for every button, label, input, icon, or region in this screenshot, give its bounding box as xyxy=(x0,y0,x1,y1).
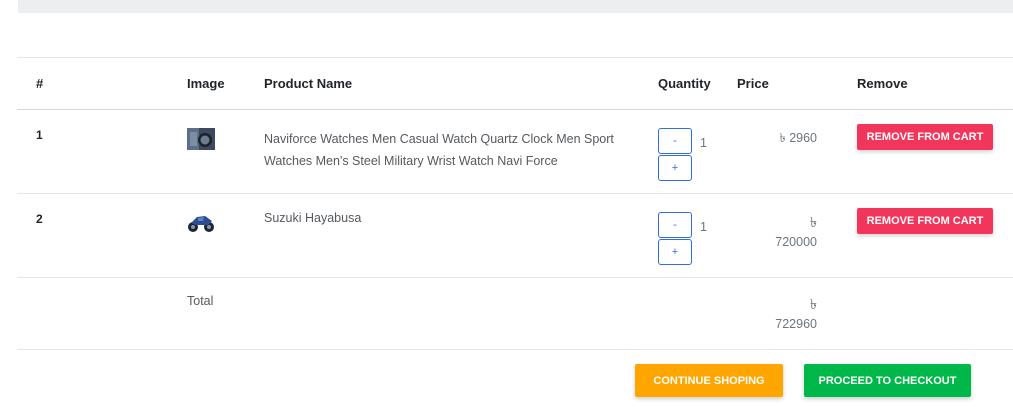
quantity-line: - 1 xyxy=(658,212,737,238)
currency-symbol: ৳ xyxy=(810,296,817,312)
header-remove: Remove xyxy=(837,57,1013,110)
table-row: 1 Naviforce Watches Men Casual Watch Qua… xyxy=(17,109,1013,194)
quantity-line: - 1 xyxy=(658,128,737,154)
motorcycle-thumbnail-icon xyxy=(187,212,215,234)
total-empty-cell xyxy=(641,277,737,350)
row-index: 1 xyxy=(17,109,170,194)
top-bar xyxy=(18,0,1013,13)
table-row: 2 Suzuki Hayabusa - 1 + ৳ 720000 REMOVE … xyxy=(17,193,1013,278)
remove-cell: Remove from cart xyxy=(837,193,1013,278)
row-index: 2 xyxy=(17,193,170,278)
currency-symbol: ৳ xyxy=(779,131,786,145)
total-amount: 722960 xyxy=(775,317,817,331)
total-empty-cell xyxy=(17,277,170,350)
remove-from-cart-button[interactable]: Remove from cart xyxy=(857,208,993,234)
product-image-cell xyxy=(170,109,247,194)
quantity-value: 1 xyxy=(700,135,707,150)
currency-symbol: ৳ xyxy=(810,214,817,230)
proceed-to-checkout-button[interactable]: Proceed to checkout xyxy=(804,364,971,397)
price-value: 720000 xyxy=(775,235,817,249)
remove-from-cart-button[interactable]: Remove from cart xyxy=(857,124,993,150)
price-cell: ৳ 720000 xyxy=(737,193,837,278)
product-name: Suzuki Hayabusa xyxy=(264,211,362,225)
total-row: Total ৳ 722960 xyxy=(17,277,1013,350)
header-index: # xyxy=(17,57,170,110)
total-empty-cell xyxy=(247,277,641,350)
product-name-cell: Suzuki Hayabusa xyxy=(247,193,641,278)
cart-table-header: # Image Product Name Quantity Price Remo… xyxy=(17,57,1013,110)
cart-table: # Image Product Name Quantity Price Remo… xyxy=(17,57,1013,350)
header-row: # Image Product Name Quantity Price Remo… xyxy=(17,57,1013,110)
header-quantity: Quantity xyxy=(641,57,737,110)
quantity-stepper: - 1 + xyxy=(658,128,737,181)
product-image-cell xyxy=(170,193,247,278)
continue-shopping-button[interactable]: Continue shoping xyxy=(635,364,783,397)
total-price-cell: ৳ 722960 xyxy=(737,277,837,350)
header-image: Image xyxy=(170,57,247,110)
quantity-cell: - 1 + xyxy=(641,109,737,194)
total-label: Total xyxy=(170,277,247,350)
total-empty-cell xyxy=(837,277,1013,350)
watch-thumbnail-icon xyxy=(187,128,215,150)
decrease-quantity-button[interactable]: - xyxy=(658,212,692,238)
header-price: Price xyxy=(737,57,837,110)
product-name: Naviforce Watches Men Casual Watch Quart… xyxy=(264,132,614,168)
cart-table-body: 1 Naviforce Watches Men Casual Watch Qua… xyxy=(17,109,1013,350)
remove-cell: Remove from cart xyxy=(837,109,1013,194)
price-cell: ৳ 2960 xyxy=(737,109,837,194)
header-product-name: Product Name xyxy=(247,57,641,110)
increase-quantity-button[interactable]: + xyxy=(658,155,692,181)
increase-quantity-button[interactable]: + xyxy=(658,239,692,265)
product-name-cell: Naviforce Watches Men Casual Watch Quart… xyxy=(247,109,641,194)
decrease-quantity-button[interactable]: - xyxy=(658,128,692,154)
quantity-value: 1 xyxy=(700,219,707,234)
price-value: 2960 xyxy=(789,131,817,145)
quantity-cell: - 1 + xyxy=(641,193,737,278)
quantity-stepper: - 1 + xyxy=(658,212,737,265)
